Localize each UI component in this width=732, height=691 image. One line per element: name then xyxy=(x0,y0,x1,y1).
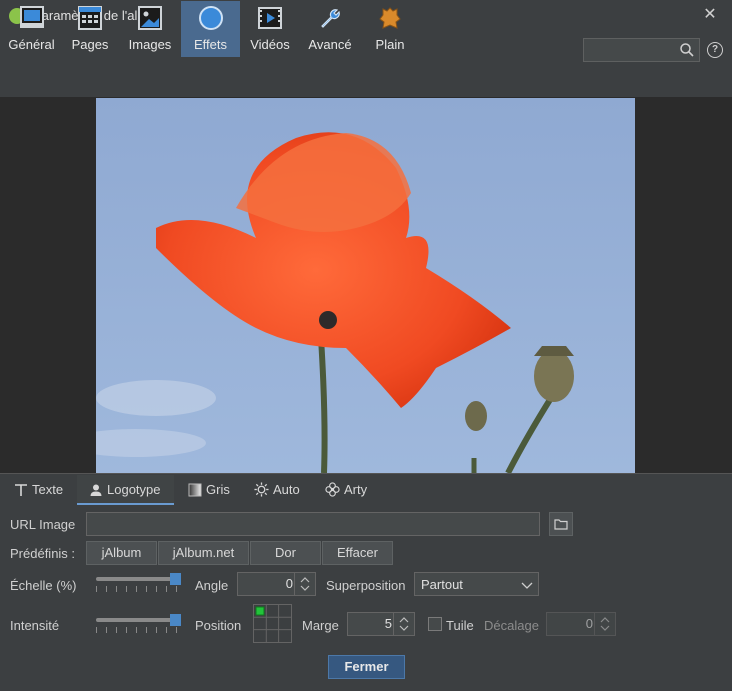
tab-arty[interactable]: Arty xyxy=(325,475,375,505)
text-icon xyxy=(15,484,27,496)
monitor-icon xyxy=(19,6,44,28)
margin-label: Marge xyxy=(302,618,339,633)
spinner-arrows[interactable] xyxy=(294,573,315,595)
tool-avance[interactable]: Avancé xyxy=(302,1,358,57)
scale-slider[interactable] xyxy=(96,572,182,594)
tool-videos[interactable]: Vidéos xyxy=(244,1,296,57)
folder-icon xyxy=(554,519,568,530)
slider-track xyxy=(96,577,176,581)
offset-label: Décalage xyxy=(484,618,539,633)
offset-value: 0 xyxy=(585,616,593,631)
tile-checkbox[interactable] xyxy=(428,617,442,631)
scale-label: Échelle (%) xyxy=(10,578,77,593)
preset-effacer-button[interactable]: Effacer xyxy=(322,541,393,565)
tool-images[interactable]: Images xyxy=(122,1,178,57)
wrench-icon xyxy=(321,9,340,28)
tab-logotype[interactable]: Logotype xyxy=(77,475,174,505)
toolbar-separator xyxy=(0,88,732,98)
chevron-updown-icon xyxy=(600,617,610,631)
slider-knob[interactable] xyxy=(170,614,181,626)
search-icon[interactable] xyxy=(679,42,695,58)
tab-label: Arty xyxy=(344,482,368,497)
user-icon xyxy=(90,484,102,496)
chevron-down-icon xyxy=(521,582,533,589)
tab-label: Logotype xyxy=(107,482,161,497)
angle-label: Angle xyxy=(195,578,229,593)
help-icon[interactable]: ? xyxy=(707,42,723,58)
url-label: URL Image xyxy=(10,517,76,532)
presets-label: Prédéfinis : xyxy=(10,546,76,561)
overlay-value: Partout xyxy=(421,577,463,592)
flower-icon xyxy=(325,482,340,497)
margin-spinner[interactable]: 5 xyxy=(347,612,415,636)
preset-jalbum-button[interactable]: jAlbum xyxy=(86,541,157,565)
overlay-label: Superposition xyxy=(326,578,406,593)
slider-ticks xyxy=(96,586,180,592)
browse-button[interactable] xyxy=(549,512,573,536)
offset-spinner[interactable]: 0 xyxy=(546,612,616,636)
tool-label: Plain xyxy=(375,37,405,52)
circle-effect-icon xyxy=(198,6,223,30)
position-grid-lines xyxy=(254,605,291,642)
preview-image xyxy=(96,98,635,473)
spinner-arrows[interactable] xyxy=(594,613,615,635)
spinner-arrows[interactable] xyxy=(393,613,414,635)
close-dialog-button[interactable]: Fermer xyxy=(328,655,405,679)
tab-label: Gris xyxy=(206,482,230,497)
tab-gris[interactable]: Gris xyxy=(188,475,238,505)
gradient-icon xyxy=(188,483,202,497)
tool-label: Images xyxy=(128,37,172,52)
preset-jalbum-net-button[interactable]: jAlbum.net xyxy=(158,541,249,565)
overlay-select[interactable]: Partout xyxy=(414,572,539,596)
tab-auto[interactable]: Auto xyxy=(254,475,308,505)
tool-label: Avancé xyxy=(308,37,352,52)
intensity-slider[interactable] xyxy=(96,613,182,635)
tab-label: Auto xyxy=(273,482,300,497)
image-icon xyxy=(138,6,162,30)
tool-general[interactable]: Général xyxy=(4,1,59,57)
preset-dor-button[interactable]: Dor xyxy=(250,541,321,565)
sun-icon xyxy=(254,482,269,497)
slider-ticks xyxy=(96,627,180,633)
position-label: Position xyxy=(195,618,242,633)
url-input[interactable] xyxy=(86,512,540,536)
angle-spinner[interactable]: 0 xyxy=(237,572,316,596)
position-grid[interactable] xyxy=(253,604,292,643)
angle-value: 0 xyxy=(285,576,293,591)
chevron-updown-icon xyxy=(300,577,310,591)
tool-label: Pages xyxy=(71,37,109,52)
slider-track xyxy=(96,618,176,622)
leather-icon xyxy=(379,7,401,29)
tool-label: Général xyxy=(8,37,55,52)
chevron-updown-icon xyxy=(399,617,409,631)
tool-label: Vidéos xyxy=(250,37,290,52)
intensity-label: Intensité xyxy=(10,618,60,633)
position-selected-cell xyxy=(255,606,265,616)
tool-label: Effets xyxy=(193,37,227,52)
tile-label: Tuile xyxy=(446,618,474,633)
grid-icon xyxy=(78,6,102,30)
close-button[interactable]: ✕ xyxy=(700,5,720,25)
tab-label: Texte xyxy=(32,482,64,497)
slider-knob[interactable] xyxy=(170,573,181,585)
tab-texte[interactable]: Texte xyxy=(14,475,76,505)
tool-effets[interactable]: Effets xyxy=(181,1,240,57)
margin-value: 5 xyxy=(384,616,392,631)
tool-plain[interactable]: Plain xyxy=(366,1,414,57)
film-icon xyxy=(258,7,282,29)
tool-pages[interactable]: Pages xyxy=(64,1,116,57)
